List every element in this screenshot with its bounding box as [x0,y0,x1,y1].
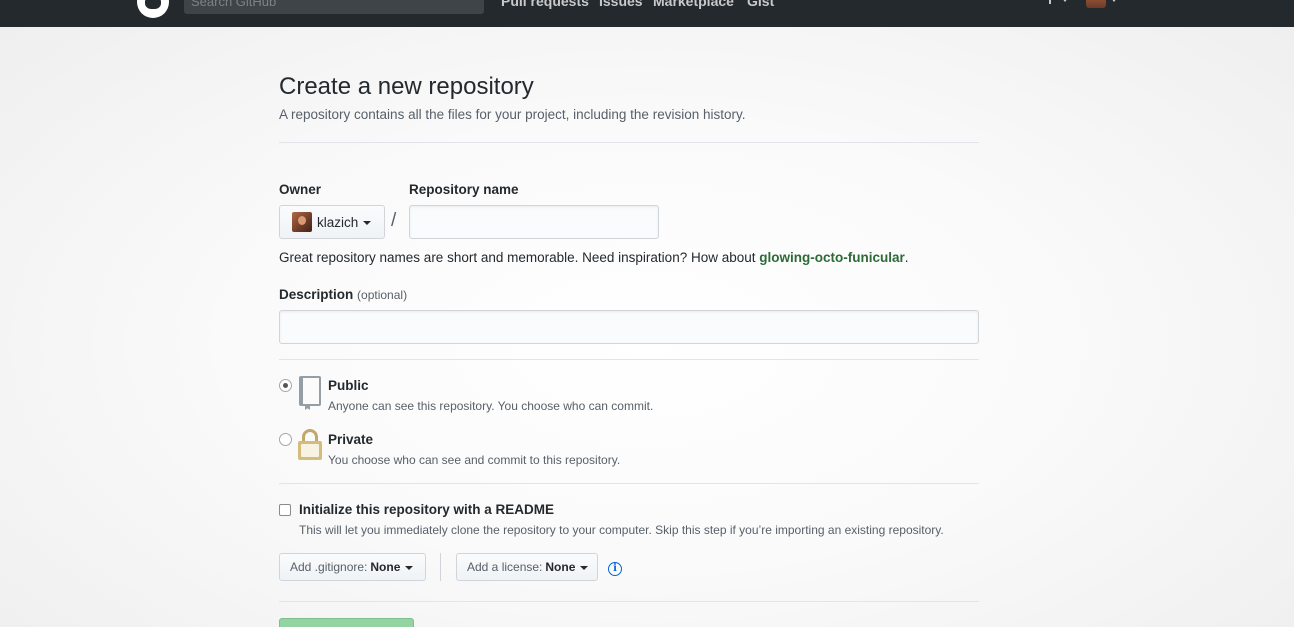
name-suggestion-link[interactable]: glowing-octo-funicular [759,250,904,265]
nav-issues[interactable]: Issues [599,0,643,9]
hint-suffix: . [904,250,909,265]
owner-dropdown[interactable]: klazich [279,205,385,239]
owner-repo-separator: / [391,210,397,231]
owner-name: klazich [317,214,359,230]
readme-checkbox[interactable] [279,504,291,516]
name-hint: Great repository names are short and mem… [279,250,909,265]
divider [279,359,979,360]
user-avatar[interactable] [1086,0,1106,8]
license-label: Add a license: [467,560,543,574]
owner-label: Owner [279,182,322,197]
gitignore-label: Add .gitignore: [290,560,368,574]
repo-name-label: Repository name [409,182,519,197]
chevron-down-icon [1062,0,1068,2]
public-description: Anyone can see this repository. You choo… [328,399,654,413]
public-title: Public [328,378,369,393]
readme-description: This will let you immediately clone the … [299,523,944,537]
optional-note: (optional) [357,288,408,302]
license-value: None [545,560,576,574]
repo-icon [299,376,321,406]
caret-down-icon [580,566,589,570]
gitignore-dropdown[interactable]: Add .gitignore: None [279,553,426,581]
divider [279,142,979,143]
info-icon[interactable]: i [608,562,622,576]
owner-avatar [292,212,312,232]
readme-title: Initialize this repository with a README [299,502,555,517]
caret-down-icon [363,221,372,225]
description-input[interactable] [279,310,979,344]
nav-pull-requests[interactable]: Pull requests [501,0,589,9]
create-repository-button[interactable] [279,618,414,627]
plus-icon[interactable] [1049,0,1051,4]
public-radio[interactable] [279,379,292,392]
github-logo-icon[interactable] [137,0,169,18]
page-subtitle: A repository contains all the files for … [279,107,746,122]
chevron-down-icon [1111,0,1117,2]
lock-icon [298,429,322,460]
divider [279,601,979,602]
repo-name-input[interactable] [409,205,659,239]
private-title: Private [328,432,374,447]
hint-text: Great repository names are short and mem… [279,250,760,265]
nav-marketplace[interactable]: Marketplace [653,0,734,9]
description-label: Description (optional) [279,287,407,302]
page-title: Create a new repository [279,73,534,100]
caret-down-icon [405,566,414,570]
private-description: You choose who can see and commit to thi… [328,453,621,467]
search-input[interactable]: Search GitHub [184,0,484,14]
nav-gist[interactable]: Gist [747,0,774,9]
license-dropdown[interactable]: Add a license: None [456,553,598,581]
vertical-divider [440,553,441,581]
description-label-text: Description [279,287,354,302]
divider [279,483,979,484]
gitignore-value: None [370,560,401,574]
top-header: Search GitHub Pull requests Issues Marke… [0,0,1294,27]
private-radio[interactable] [279,433,292,446]
